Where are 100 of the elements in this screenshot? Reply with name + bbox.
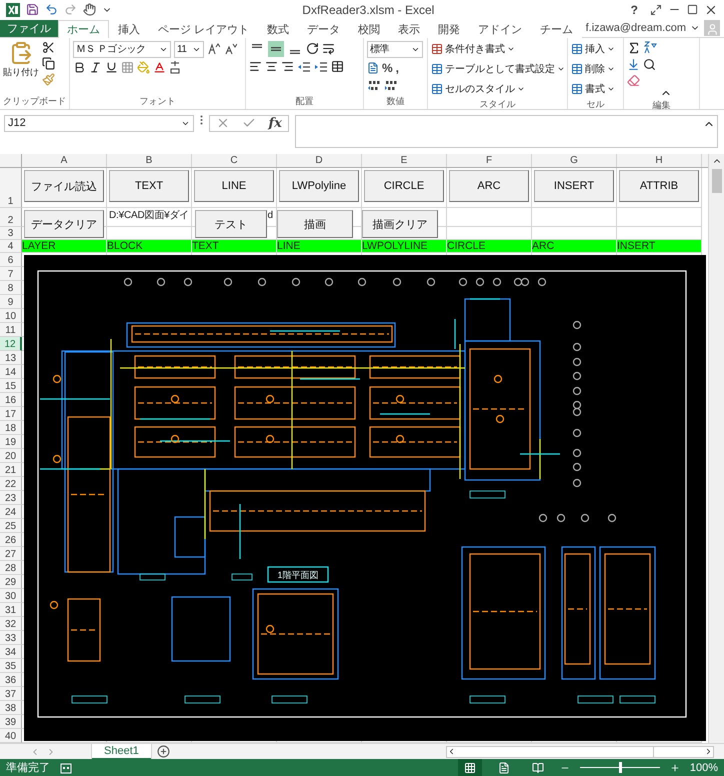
row-header[interactable]: 34 — [0, 645, 22, 659]
row-header[interactable]: 14 — [0, 365, 22, 379]
fill-icon[interactable] — [627, 58, 640, 71]
macro-button[interactable]: ARC — [449, 170, 529, 202]
row-header[interactable]: 27 — [0, 547, 22, 561]
macro-button[interactable]: INSERT — [534, 170, 614, 202]
view-button[interactable] — [458, 759, 482, 776]
macro-button[interactable]: 描画 — [277, 210, 353, 238]
macro-button[interactable]: LWPolyline — [279, 170, 359, 202]
align-left-icon[interactable] — [249, 60, 262, 74]
row-header[interactable]: 16 — [0, 393, 22, 407]
wrap-text-icon[interactable] — [322, 42, 335, 56]
macro-button[interactable]: 描画クリア — [362, 210, 438, 238]
sort-filter-icon[interactable] — [644, 41, 657, 54]
macro-button[interactable]: ATTRIB — [619, 170, 699, 202]
ribbon-display-icon[interactable] — [650, 4, 662, 16]
search-icon[interactable] — [643, 58, 656, 71]
row-header[interactable]: 22 — [0, 477, 22, 491]
row-header[interactable]: 10 — [0, 309, 22, 323]
macro-button[interactable]: ファイル読込 — [24, 170, 104, 202]
row-header[interactable]: 8 — [0, 281, 22, 295]
horizontal-scrollbar[interactable] — [446, 746, 714, 758]
copy-icon[interactable] — [42, 56, 55, 70]
row-header[interactable]: 9 — [0, 295, 22, 309]
account-name[interactable]: f.izawa@dream.com — [586, 22, 686, 34]
font-name-field[interactable]: ＭＳ Ｐゴシック — [73, 40, 171, 58]
row-header[interactable]: 23 — [0, 491, 22, 505]
row-header[interactable]: 15 — [0, 379, 22, 393]
row-header[interactable]: 13 — [0, 351, 22, 365]
row-header[interactable]: 12 — [0, 337, 22, 351]
percent-button[interactable]: % — [382, 60, 393, 75]
align-right-icon[interactable] — [281, 60, 294, 74]
row-header[interactable]: 39 — [0, 715, 22, 729]
row-header[interactable]: 26 — [0, 533, 22, 547]
row-header[interactable]: 1 — [0, 168, 22, 208]
ribbon-tab[interactable]: ホーム — [58, 20, 109, 38]
row-header[interactable]: 2 — [0, 208, 22, 227]
currency-icon[interactable] — [367, 62, 379, 74]
cut-icon[interactable] — [42, 40, 55, 54]
macro-button[interactable]: CIRCLE — [364, 170, 444, 202]
row-header[interactable]: 37 — [0, 687, 22, 701]
row-header[interactable]: 28 — [0, 561, 22, 575]
clear-icon[interactable] — [627, 74, 640, 87]
decrease-indent-icon[interactable] — [297, 60, 311, 74]
orientation-icon[interactable] — [306, 42, 319, 56]
row-header[interactable]: 11 — [0, 323, 22, 337]
row-header[interactable]: 35 — [0, 659, 22, 673]
splitter-icon[interactable] — [200, 114, 203, 125]
row-header[interactable]: 32 — [0, 617, 22, 631]
macro-button[interactable]: LINE — [194, 170, 274, 202]
scroll-right-icon[interactable] — [704, 747, 713, 756]
undo-icon[interactable] — [45, 3, 58, 16]
vertical-align-button[interactable] — [268, 40, 284, 57]
row-header[interactable]: 33 — [0, 631, 22, 645]
excel-logo-icon[interactable] — [6, 2, 20, 17]
row-header[interactable]: 4 — [0, 240, 22, 253]
shrink-font-button[interactable] — [224, 42, 238, 56]
row-header[interactable]: 38 — [0, 701, 22, 715]
cells-menu-button[interactable]: 書式 — [571, 80, 615, 98]
row-header[interactable]: 18 — [0, 421, 22, 435]
maximize-icon[interactable] — [687, 4, 698, 16]
increase-indent-icon[interactable] — [314, 60, 328, 74]
row-header[interactable]: 21 — [0, 463, 22, 477]
scroll-left-icon[interactable] — [447, 747, 456, 756]
font-size-field[interactable]: 11 — [174, 40, 204, 58]
font-color-icon[interactable] — [153, 60, 166, 74]
cells-menu-button[interactable]: 削除 — [571, 60, 615, 78]
vertical-scrollbar[interactable] — [708, 154, 724, 743]
save-icon[interactable] — [26, 3, 39, 16]
underline-icon[interactable] — [105, 60, 118, 74]
style-menu-button[interactable]: テーブルとして書式設定 — [431, 60, 565, 78]
row-header[interactable]: 19 — [0, 435, 22, 449]
autosum-icon[interactable] — [627, 40, 641, 55]
comma-button[interactable]: , — [396, 60, 400, 75]
row-header[interactable]: 20 — [0, 449, 22, 463]
row-header[interactable]: 36 — [0, 673, 22, 687]
merge-cells-icon[interactable] — [331, 60, 344, 74]
sheet-tab[interactable]: Sheet1 — [92, 744, 151, 760]
style-menu-button[interactable]: 条件付き書式 — [431, 40, 565, 58]
row-header[interactable]: 7 — [0, 267, 22, 281]
macro-button[interactable]: テスト — [195, 210, 267, 238]
italic-icon[interactable] — [89, 60, 102, 74]
bold-icon[interactable] — [73, 60, 86, 74]
cells-menu-button[interactable]: 挿入 — [571, 40, 615, 58]
row-header[interactable]: 17 — [0, 407, 22, 421]
zoom-slider-thumb[interactable] — [618, 762, 622, 773]
ribbon-tab[interactable]: ファイル — [0, 20, 58, 37]
macro-button[interactable]: TEXT — [109, 170, 189, 202]
insert-function-button[interactable]: fx — [268, 116, 282, 131]
zoom-in-icon[interactable] — [670, 762, 680, 772]
paste-button[interactable]: 貼り付け — [3, 40, 39, 95]
row-header[interactable]: 29 — [0, 575, 22, 589]
name-box[interactable]: J12 — [4, 114, 194, 132]
row-header[interactable]: 30 — [0, 589, 22, 603]
row-header[interactable]: 24 — [0, 505, 22, 519]
touch-mode-icon[interactable] — [83, 3, 96, 16]
help-button[interactable]: ? — [624, 2, 644, 17]
row-header[interactable]: 25 — [0, 519, 22, 533]
row-header[interactable]: 3 — [0, 227, 22, 240]
phonetic-icon[interactable] — [169, 60, 181, 74]
